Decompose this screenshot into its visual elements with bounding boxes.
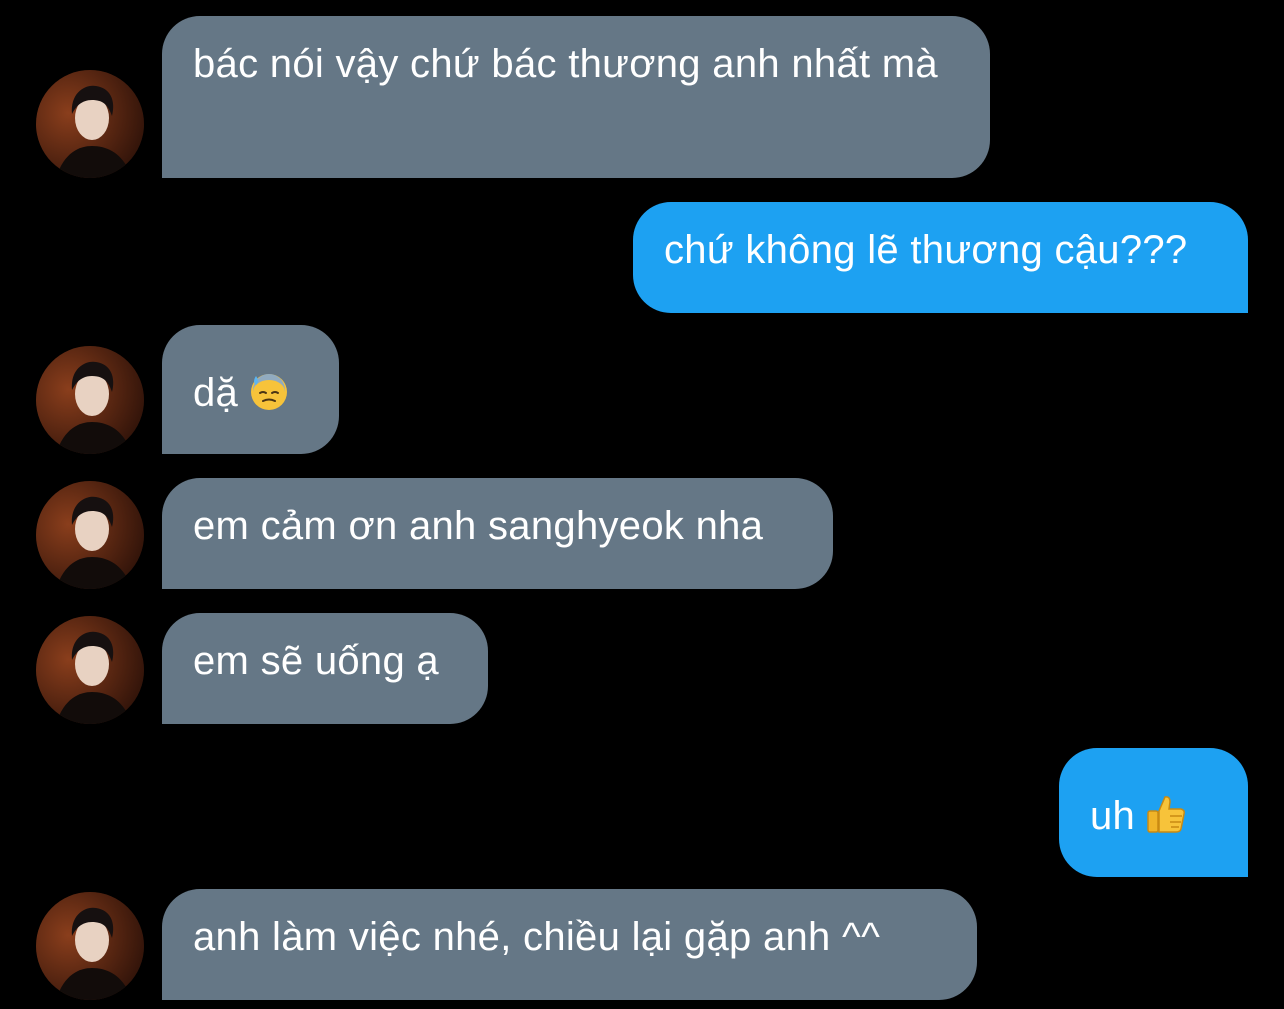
message-text: chứ không lẽ thương cậu??? [664, 228, 1188, 272]
message-bubble-received[interactable]: anh làm việc nhé, chiều lại gặp anh ^^ [162, 889, 977, 1000]
person-portrait-icon [36, 616, 144, 724]
contact-avatar[interactable] [36, 481, 144, 589]
message-bubble-received[interactable]: dặ [162, 325, 339, 454]
message-text: uh [1090, 794, 1136, 838]
message-bubble-received[interactable]: bác nói vậy chứ bác thương anh nhất mà [162, 16, 990, 178]
contact-avatar[interactable] [36, 616, 144, 724]
message-bubble-sent[interactable]: uh [1059, 748, 1248, 877]
contact-avatar[interactable] [36, 346, 144, 454]
person-portrait-icon [36, 481, 144, 589]
person-portrait-icon [36, 346, 144, 454]
thumbs-up-icon [1145, 793, 1187, 835]
person-portrait-icon [36, 892, 144, 1000]
person-portrait-icon [36, 70, 144, 178]
downcast-face-with-sweat-icon [248, 370, 290, 412]
message-text: dặ [193, 371, 239, 415]
message-text: em sẽ uống ạ [193, 639, 439, 683]
message-text: em cảm ơn anh sanghyeok nha [193, 504, 764, 548]
contact-avatar[interactable] [36, 70, 144, 178]
message-text: bác nói vậy chứ bác thương anh nhất mà [193, 42, 938, 86]
message-text: anh làm việc nhé, chiều lại gặp anh ^^ [193, 915, 881, 959]
message-bubble-sent[interactable]: chứ không lẽ thương cậu??? [633, 202, 1248, 313]
message-bubble-received[interactable]: em sẽ uống ạ [162, 613, 488, 724]
contact-avatar[interactable] [36, 892, 144, 1000]
message-bubble-received[interactable]: em cảm ơn anh sanghyeok nha [162, 478, 833, 589]
